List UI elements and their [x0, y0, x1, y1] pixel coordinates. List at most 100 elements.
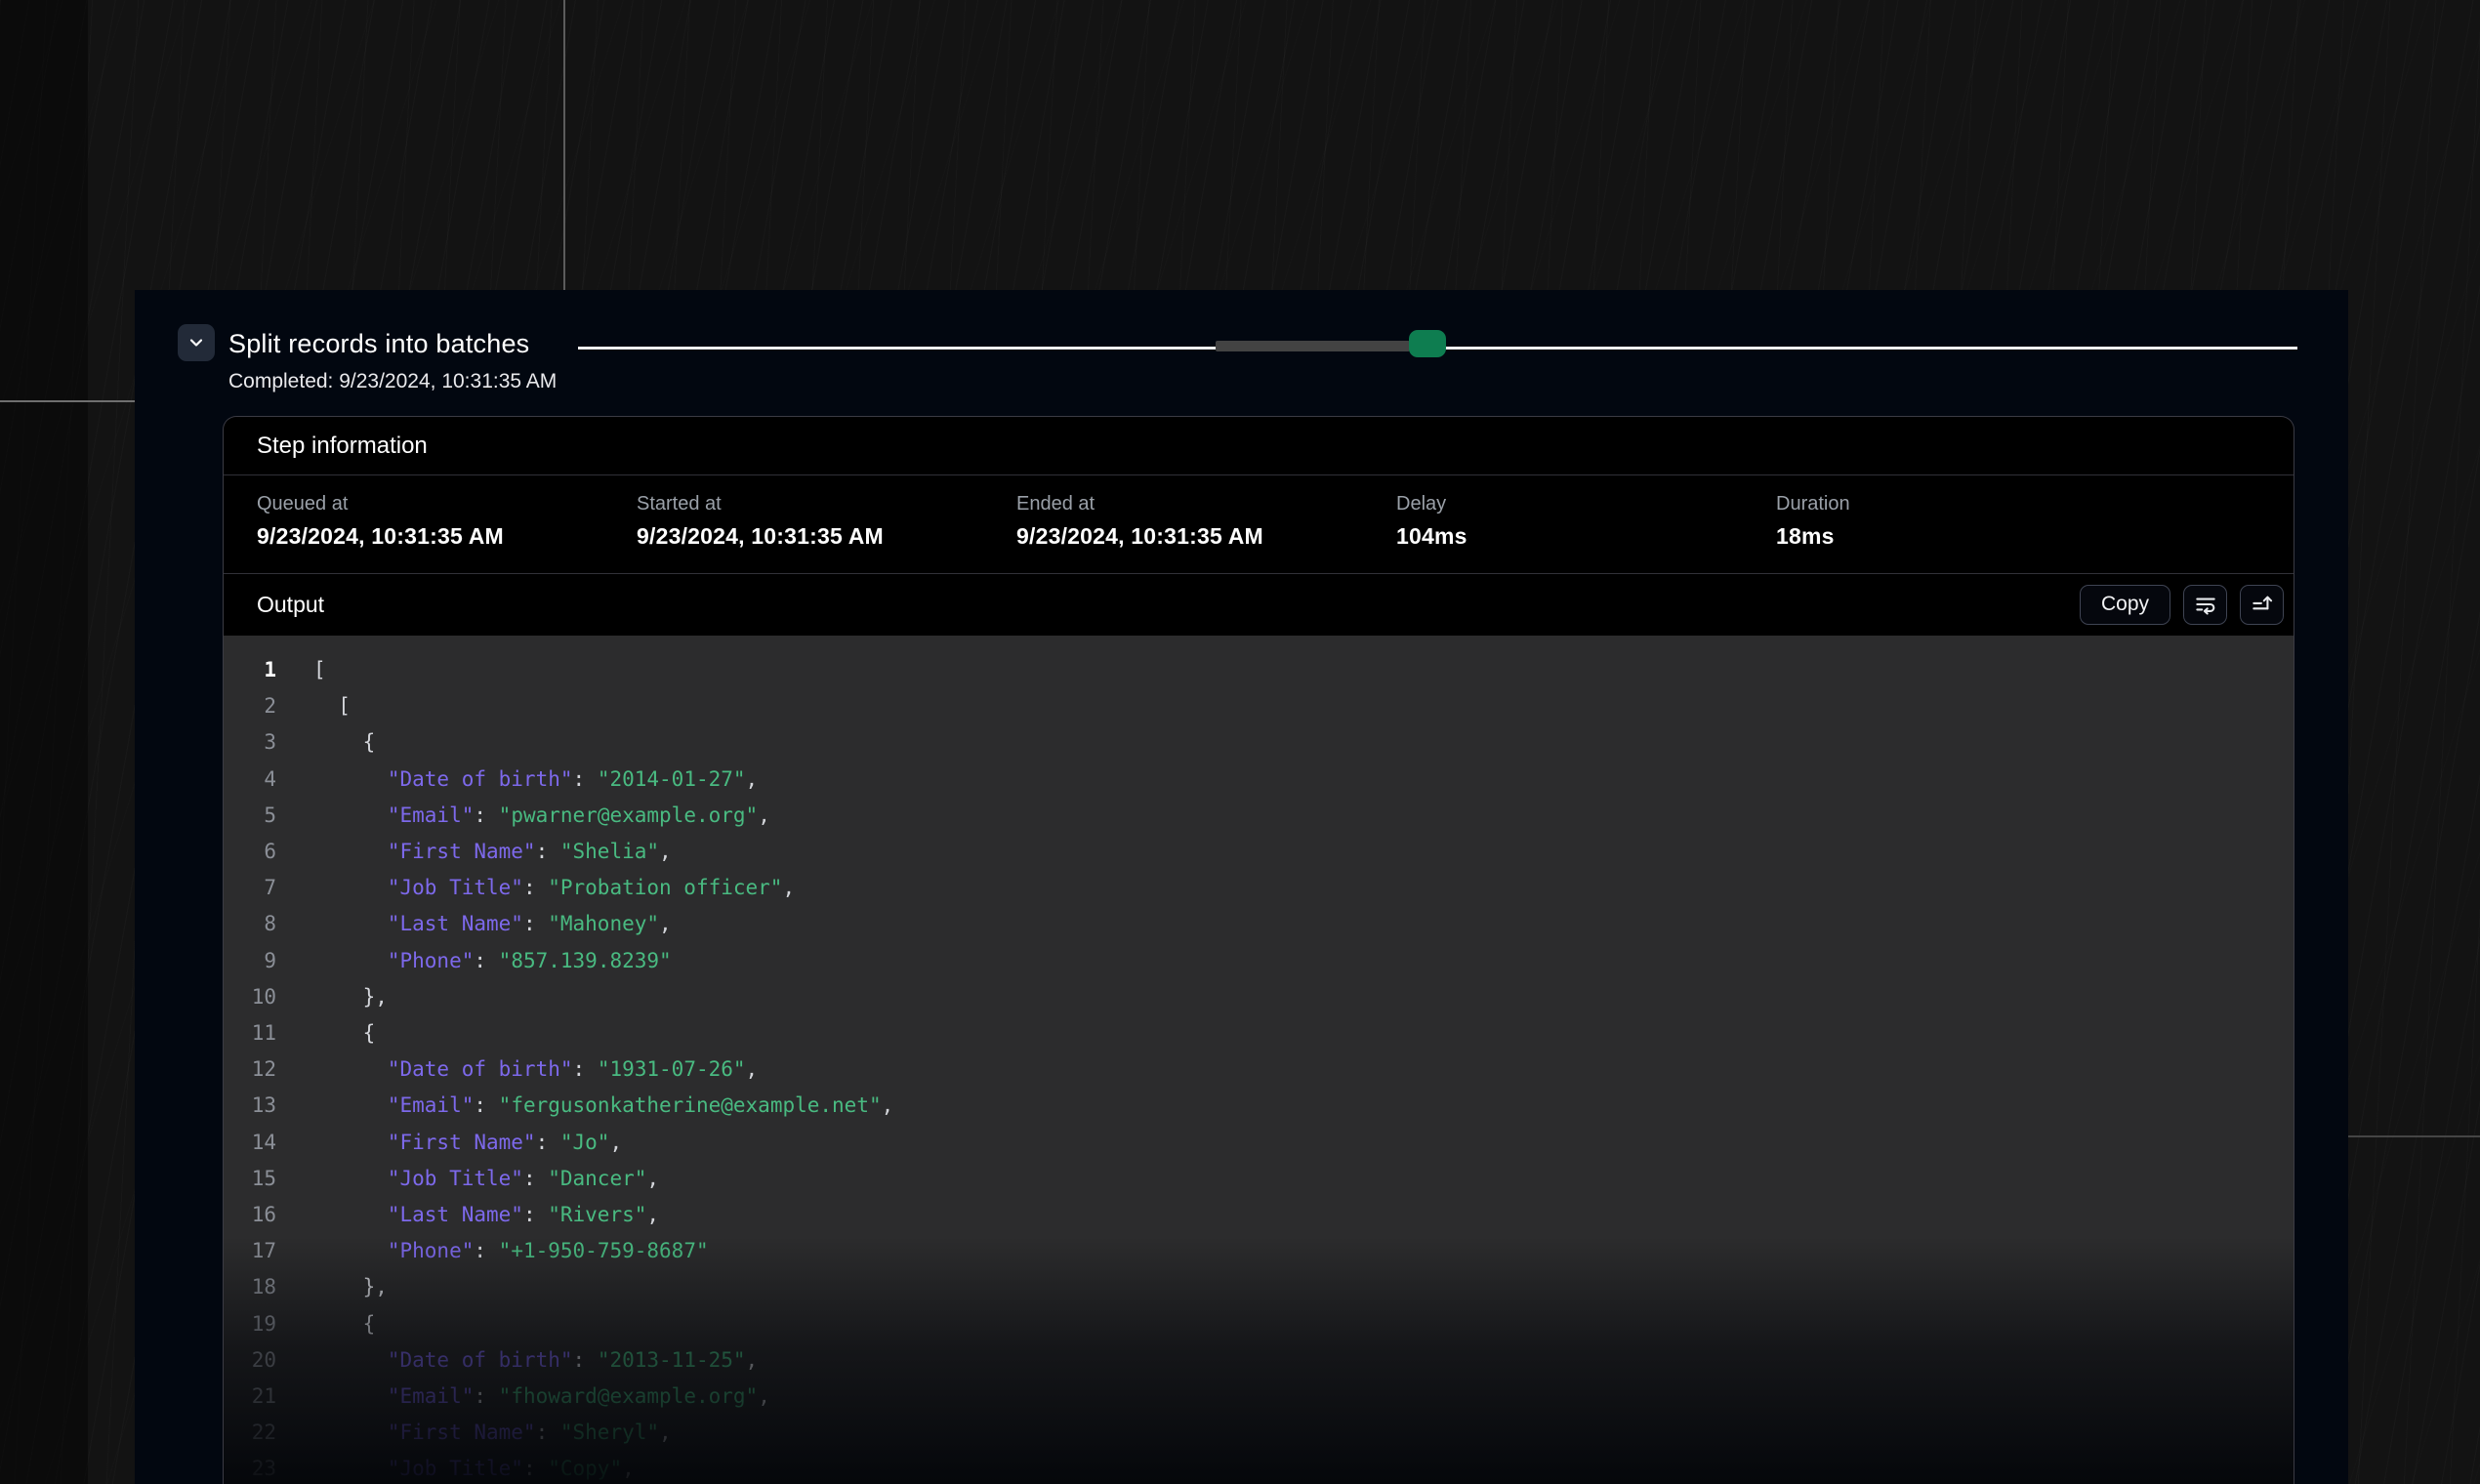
code-token-s: "Dancer" — [548, 1167, 646, 1190]
code-token-p: { — [313, 1021, 375, 1045]
code-token-p — [313, 767, 388, 791]
code-token-p: { — [313, 1312, 375, 1336]
code-token-p: : — [573, 1348, 598, 1372]
line-number: 23 — [224, 1451, 276, 1484]
code-token-p — [313, 876, 388, 899]
step-info-card: Step information Queued at9/23/2024, 10:… — [223, 416, 2294, 1484]
code-token-p — [313, 949, 388, 972]
code-token-s: "Copy" — [548, 1457, 622, 1480]
code-line: 13 "Email": "fergusonkatherine@example.n… — [224, 1088, 2294, 1124]
timeline-position-marker[interactable] — [1409, 330, 1446, 357]
line-number: 13 — [224, 1088, 276, 1124]
code-token-p — [313, 1384, 388, 1408]
line-number: 21 — [224, 1379, 276, 1415]
code-line: 15 "Job Title": "Dancer", — [224, 1161, 2294, 1197]
field-label: Started at — [637, 493, 1016, 515]
code-token-k: "Job Title" — [388, 1167, 523, 1190]
code-token-p: : — [523, 1457, 548, 1480]
code-token-p: , — [746, 767, 759, 791]
background-horizontal-line-left — [0, 400, 137, 402]
code-line: 8 "Last Name": "Mahoney", — [224, 906, 2294, 942]
scroll-to-top-icon — [2250, 592, 2275, 617]
line-content: "Job Title": "Dancer", — [313, 1161, 659, 1197]
timeline-delay-bar — [1216, 341, 1410, 351]
code-token-p — [313, 1421, 388, 1444]
code-line: 7 "Job Title": "Probation officer", — [224, 870, 2294, 906]
step-detail-panel: Split records into batches Completed: 9/… — [135, 290, 2348, 1484]
code-token-s: "pwarner@example.org" — [499, 804, 759, 827]
code-token-k: "Date of birth" — [388, 1057, 573, 1081]
code-token-p: , — [659, 840, 672, 863]
line-content: "First Name": "Jo", — [313, 1125, 622, 1161]
code-token-k: "Email" — [388, 1384, 475, 1408]
background-dark-column — [0, 0, 88, 1484]
step-info-field: Delay 104ms — [1396, 493, 1776, 573]
field-label: Delay — [1396, 493, 1776, 515]
code-token-p — [313, 1457, 388, 1480]
wrap-lines-button[interactable] — [2183, 585, 2227, 625]
copy-button[interactable]: Copy — [2080, 585, 2170, 625]
code-line: 18 }, — [224, 1269, 2294, 1305]
line-content: "Date of birth": "2014-01-27", — [313, 762, 758, 798]
code-token-s: "2014-01-27" — [598, 767, 746, 791]
code-line: 5 "Email": "pwarner@example.org", — [224, 798, 2294, 834]
line-number: 22 — [224, 1415, 276, 1451]
code-token-p: : — [573, 1057, 598, 1081]
code-token-p: , — [646, 1167, 659, 1190]
code-token-p: , — [622, 1457, 635, 1480]
step-info-header: Step information — [224, 417, 2294, 475]
line-content: [ — [313, 688, 351, 724]
line-content: "Email": "fergusonkatherine@example.net"… — [313, 1088, 893, 1124]
code-token-p: : — [474, 949, 498, 972]
code-line: 3 { — [224, 724, 2294, 761]
line-number: 7 — [224, 870, 276, 906]
line-number: 15 — [224, 1161, 276, 1197]
code-line: 17 "Phone": "+1-950-759-8687" — [224, 1233, 2294, 1269]
code-token-k: "First Name" — [388, 840, 536, 863]
code-token-k: "First Name" — [388, 1131, 536, 1154]
code-token-k: "First Name" — [388, 1421, 536, 1444]
line-number: 19 — [224, 1306, 276, 1342]
code-token-p: : — [523, 912, 548, 935]
code-token-p: , — [758, 804, 770, 827]
code-token-p: }, — [313, 985, 388, 1009]
line-number: 1 — [224, 652, 276, 688]
code-token-s: "Probation officer" — [548, 876, 782, 899]
code-token-p: , — [758, 1384, 770, 1408]
line-content: "First Name": "Shelia", — [313, 834, 672, 870]
line-content: }, — [313, 1269, 388, 1305]
code-token-s: "2013-11-25" — [598, 1348, 746, 1372]
code-token-p: , — [882, 1093, 894, 1117]
code-line: 4 "Date of birth": "2014-01-27", — [224, 762, 2294, 798]
scroll-to-top-button[interactable] — [2240, 585, 2284, 625]
code-token-p: : — [474, 804, 498, 827]
code-token-k: "Email" — [388, 804, 475, 827]
line-content: }, — [313, 979, 388, 1015]
line-number: 10 — [224, 979, 276, 1015]
code-token-p: [ — [313, 694, 351, 718]
code-token-p: : — [523, 876, 548, 899]
step-info-field: Started at 9/23/2024, 10:31:35 AM — [637, 493, 1016, 573]
code-token-p: [ — [313, 658, 326, 681]
code-token-k: "Date of birth" — [388, 1348, 573, 1372]
code-line: 10 }, — [224, 979, 2294, 1015]
field-value: 9/23/2024, 10:31:35 AM — [637, 523, 1016, 550]
output-toolbar: Output Copy — [224, 574, 2294, 635]
code-line: 9 "Phone": "857.139.8239" — [224, 943, 2294, 979]
code-token-p: : — [536, 840, 560, 863]
output-code-viewer[interactable]: 1 [2 [3 {4 "Date of birth": "2014-01-27",… — [224, 636, 2294, 1484]
code-token-p: , — [646, 1203, 659, 1226]
collapse-step-button[interactable] — [178, 324, 215, 361]
line-content: "Last Name": "Rivers", — [313, 1197, 659, 1233]
field-value: 18ms — [1776, 523, 2156, 550]
code-token-p — [313, 840, 388, 863]
code-lines: 1 [2 [3 {4 "Date of birth": "2014-01-27",… — [224, 652, 2294, 1484]
line-number: 6 — [224, 834, 276, 870]
code-line: 6 "First Name": "Shelia", — [224, 834, 2294, 870]
code-line: 2 [ — [224, 688, 2294, 724]
field-label: Ended at — [1016, 493, 1396, 515]
field-value: 104ms — [1396, 523, 1776, 550]
field-label: Queued at — [257, 493, 637, 515]
code-token-s: "Mahoney" — [548, 912, 659, 935]
code-token-s: "fhoward@example.org" — [499, 1384, 759, 1408]
